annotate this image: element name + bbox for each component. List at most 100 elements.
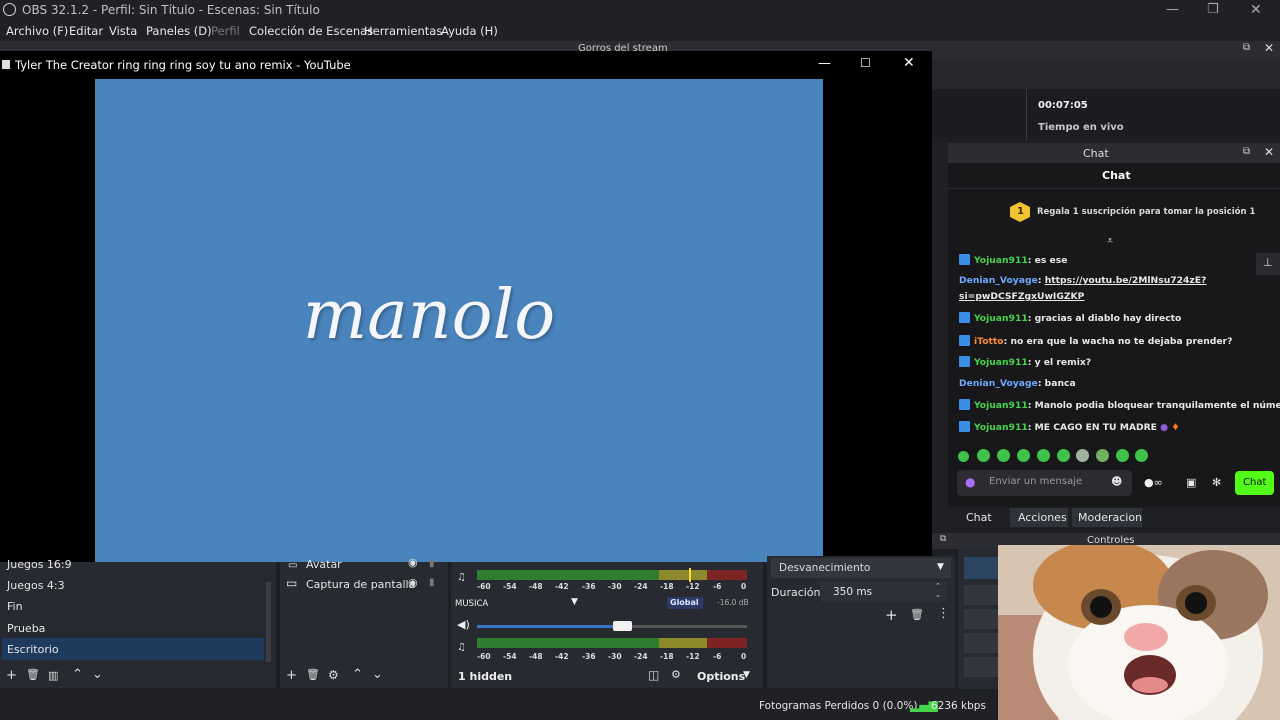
visibility-icon[interactable]: ◉ — [408, 576, 418, 589]
chat-send-button[interactable]: Chat — [1235, 471, 1274, 495]
chat-user[interactable]: Yojuan911 — [974, 422, 1028, 433]
menu-vista[interactable]: Vista — [109, 24, 137, 38]
menu-herramientas[interactable]: Herramientas — [364, 24, 442, 38]
mic-icon[interactable]: ● — [965, 475, 975, 489]
options-dropdown-icon[interactable]: ▼ — [743, 670, 750, 680]
add-icon[interactable]: + — [286, 668, 297, 683]
dock-close-icon[interactable]: ✕ — [1264, 41, 1274, 55]
emote-icon[interactable] — [958, 451, 969, 462]
trash-icon[interactable]: 🗑 — [26, 668, 40, 681]
add-icon[interactable]: + — [6, 668, 17, 683]
scene-item[interactable]: Juegos 4:3 — [7, 579, 65, 592]
settings-icon[interactable]: ✻ — [1212, 476, 1221, 489]
stepper-up-icon: ⌃ — [935, 582, 941, 590]
tab-acciones[interactable]: Acciones — [1010, 508, 1068, 527]
pin-icon[interactable]: ⊥ — [1256, 253, 1280, 275]
tab-moderacion[interactable]: Moderacion — [1072, 508, 1142, 527]
speaker-icon[interactable]: ◀) — [457, 618, 470, 631]
more-icon[interactable]: ⋮ — [937, 606, 950, 621]
source-item[interactable]: Captura de pantalla — [306, 578, 415, 591]
emoji-picker-icon[interactable]: ☻ — [1111, 475, 1122, 488]
scrollbar[interactable] — [266, 582, 271, 662]
gear-icon[interactable]: ⚙ — [671, 668, 681, 681]
emote-icon[interactable] — [1076, 449, 1089, 462]
control-button[interactable] — [964, 585, 998, 605]
minimize-icon[interactable]: — — [1166, 2, 1179, 17]
volume-slider-track[interactable] — [623, 625, 747, 628]
control-button[interactable] — [964, 609, 998, 629]
options-button[interactable]: Options — [697, 670, 745, 683]
menu-editar[interactable]: Editar — [69, 24, 103, 38]
layout-icon[interactable]: ◫ — [648, 668, 659, 682]
headphones-icon[interactable]: ♫ — [457, 572, 466, 583]
tab-chat[interactable]: Chat — [957, 508, 999, 527]
badge-icon — [959, 356, 970, 367]
emote-icon[interactable] — [1017, 449, 1030, 462]
yt-maximize-icon[interactable]: ☐ — [860, 56, 871, 70]
duration-input[interactable]: 350 ms ⌃ ⌄ — [821, 582, 947, 602]
track-menu-icon[interactable]: ▼ — [571, 597, 578, 607]
up-icon[interactable]: ⌃ — [352, 667, 363, 682]
menu-archivo[interactable]: Archivo (F) — [6, 24, 68, 38]
down-icon[interactable]: ⌄ — [372, 667, 383, 682]
chat-user[interactable]: Denian_Voyage — [959, 275, 1038, 286]
trash-icon[interactable]: 🗑 — [306, 668, 320, 681]
emote-icon[interactable] — [1135, 449, 1148, 462]
chat-user[interactable]: Denian_Voyage — [959, 378, 1038, 389]
controls-float-icon[interactable]: ⧉ — [940, 534, 946, 544]
emote-icon[interactable] — [1057, 449, 1070, 462]
lock-icon[interactable]: ▮ — [429, 558, 435, 569]
menu-perfil[interactable]: Perfil — [211, 24, 240, 38]
hidden-count[interactable]: 1 hidden — [458, 670, 512, 683]
emote-icon[interactable] — [997, 449, 1010, 462]
chat-user[interactable]: Yojuan911 — [974, 357, 1028, 368]
volume-slider-handle[interactable] — [613, 621, 632, 631]
up-icon[interactable]: ⌃ — [72, 667, 83, 682]
chat-message: iTotto: no era que la wacha no te dejaba… — [959, 335, 1232, 347]
chat-user[interactable]: Yojuan911 — [974, 400, 1028, 411]
emote-icon[interactable] — [1096, 449, 1109, 462]
chat-input[interactable]: ● Enviar un mensaje ☻ — [957, 470, 1132, 496]
headphones-icon[interactable]: ♫ — [457, 642, 466, 653]
down-icon[interactable]: ⌄ — [92, 667, 103, 682]
menu-paneles[interactable]: Paneles (D) — [146, 24, 212, 38]
scene-item[interactable]: Juegos 16:9 — [7, 558, 72, 571]
chat-link[interactable]: https://youtu.be/2MlNsu724zE? — [1045, 275, 1207, 286]
menu-ayuda[interactable]: Ayuda (H) — [441, 24, 498, 38]
control-button[interactable] — [964, 657, 998, 677]
chat-user[interactable]: iTotto — [974, 336, 1004, 347]
emote-icon[interactable] — [977, 449, 990, 462]
control-button[interactable] — [964, 633, 998, 653]
collapse-icon[interactable]: ⩡ — [1107, 234, 1113, 248]
title-bar: OBS 32.1.2 - Perfil: Sin Título - Escena… — [0, 0, 1280, 21]
chat-user[interactable]: Yojuan911 — [974, 255, 1028, 266]
store-icon[interactable]: ▣ — [1186, 476, 1196, 489]
menu-coleccion[interactable]: Colección de Escenas — [249, 24, 373, 38]
yt-close-icon[interactable]: ✕ — [903, 55, 915, 71]
gear-icon[interactable]: ⚙ — [328, 668, 339, 682]
float-icon[interactable]: ⧉ — [1243, 42, 1250, 53]
video-player[interactable]: manolo — [95, 79, 823, 562]
transition-select[interactable]: Desvanecimiento ▼ — [771, 558, 951, 578]
chat-close-icon[interactable]: ✕ — [1264, 145, 1274, 159]
filter-icon[interactable]: ▥ — [48, 669, 58, 682]
add-icon[interactable]: + — [885, 606, 898, 624]
chat-float-icon[interactable]: ⧉ — [1243, 146, 1250, 157]
volume-slider-fill — [477, 625, 623, 628]
fire-icon: ♦ — [1171, 422, 1180, 433]
maximize-icon[interactable]: ❐ — [1207, 2, 1219, 17]
emote-icon[interactable] — [1037, 449, 1050, 462]
points-icon[interactable]: ●∞ — [1144, 476, 1163, 489]
chat-link-cont[interactable]: si=pwDCSFZgxUwIGZKP — [959, 291, 1084, 302]
start-stream-button[interactable] — [964, 557, 998, 579]
visibility-icon[interactable]: ◉ — [408, 556, 418, 569]
emote-icon[interactable] — [1116, 449, 1129, 462]
scene-item[interactable]: Fin — [7, 600, 23, 613]
chat-user[interactable]: Yojuan911 — [974, 313, 1028, 324]
close-icon[interactable]: ✕ — [1250, 2, 1262, 18]
yt-minimize-icon[interactable]: — — [818, 56, 831, 71]
source-item[interactable]: Avatar — [306, 558, 342, 571]
lock-icon[interactable]: ▮ — [429, 577, 435, 588]
trash-icon[interactable]: 🗑 — [910, 608, 924, 621]
scene-item[interactable]: Prueba — [7, 622, 45, 635]
